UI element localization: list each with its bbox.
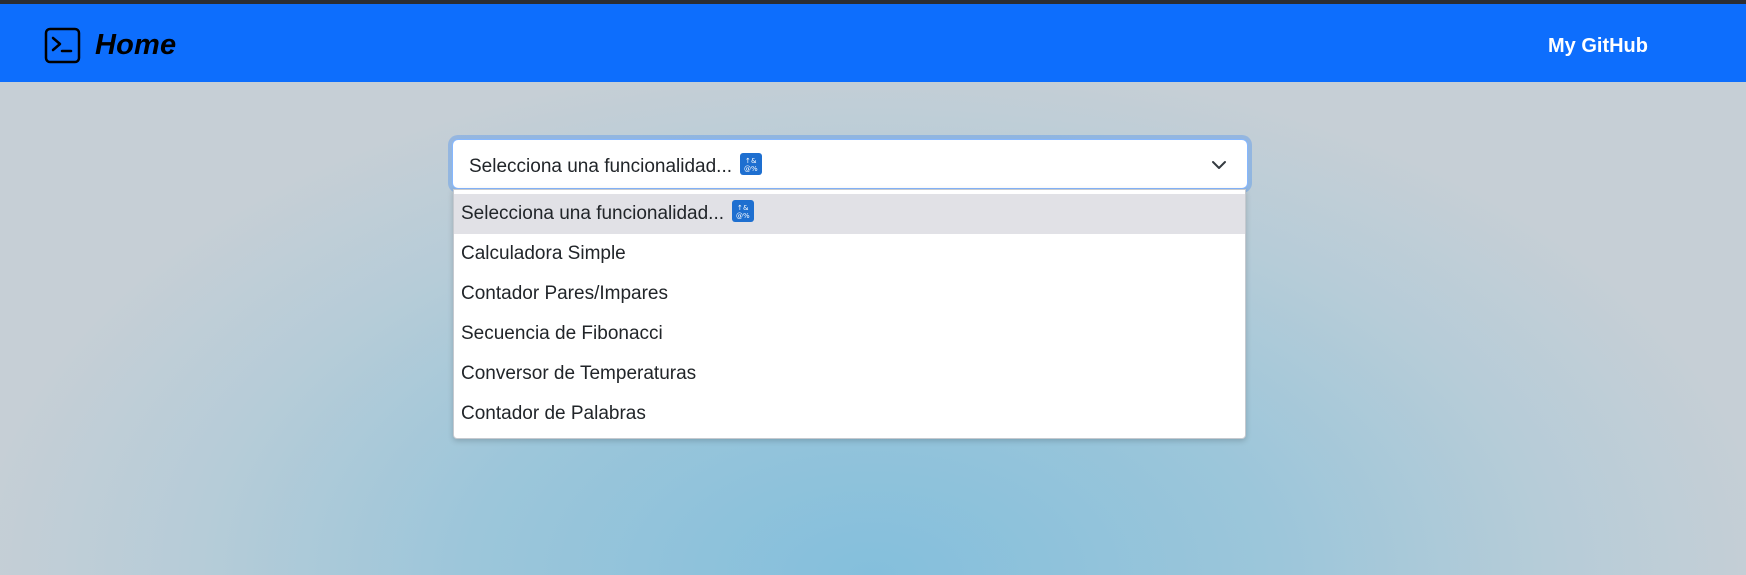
github-link[interactable]: My GitHub bbox=[1548, 35, 1648, 58]
svg-text:&: & bbox=[751, 157, 757, 165]
symbols-emoji-icon: ↑ & @% bbox=[740, 153, 763, 175]
chevron-down-icon bbox=[1212, 161, 1226, 169]
svg-text:&: & bbox=[743, 204, 749, 212]
svg-text:@: @ bbox=[744, 165, 751, 173]
option-placeholder[interactable]: Selecciona una funcionalidad... ↑ & @% bbox=[454, 194, 1245, 234]
functionality-select[interactable]: Selecciona una funcionalidad... ↑ & @% bbox=[452, 139, 1248, 189]
option-contador-palabras[interactable]: Contador de Palabras bbox=[454, 394, 1245, 434]
option-placeholder-label: Selecciona una funcionalidad... bbox=[461, 203, 725, 224]
svg-text:%: % bbox=[751, 165, 758, 173]
select-dropdown-list: Selecciona una funcionalidad... ↑ & @% Calc… bbox=[453, 189, 1246, 439]
svg-text:↑: ↑ bbox=[737, 204, 743, 212]
option-contador-pares-impares[interactable]: Contador Pares/Impares bbox=[454, 274, 1245, 314]
select-current-value: Selecciona una funcionalidad... ↑ & @% bbox=[469, 153, 763, 178]
brand-home-link[interactable]: Home bbox=[44, 25, 176, 65]
terminal-icon bbox=[44, 27, 81, 63]
select-current-value-text: Selecciona una funcionalidad... bbox=[469, 156, 733, 177]
option-calculadora-simple[interactable]: Calculadora Simple bbox=[454, 234, 1245, 274]
option-conversor-temperaturas[interactable]: Conversor de Temperaturas bbox=[454, 354, 1245, 394]
svg-text:@: @ bbox=[736, 212, 743, 220]
symbols-emoji-icon: ↑ & @% bbox=[732, 200, 755, 222]
svg-text:↑: ↑ bbox=[745, 157, 751, 165]
svg-text:%: % bbox=[743, 212, 750, 220]
navbar: Home My GitHub bbox=[0, 4, 1746, 82]
option-secuencia-fibonacci[interactable]: Secuencia de Fibonacci bbox=[454, 314, 1245, 354]
brand-label: Home bbox=[95, 28, 177, 61]
